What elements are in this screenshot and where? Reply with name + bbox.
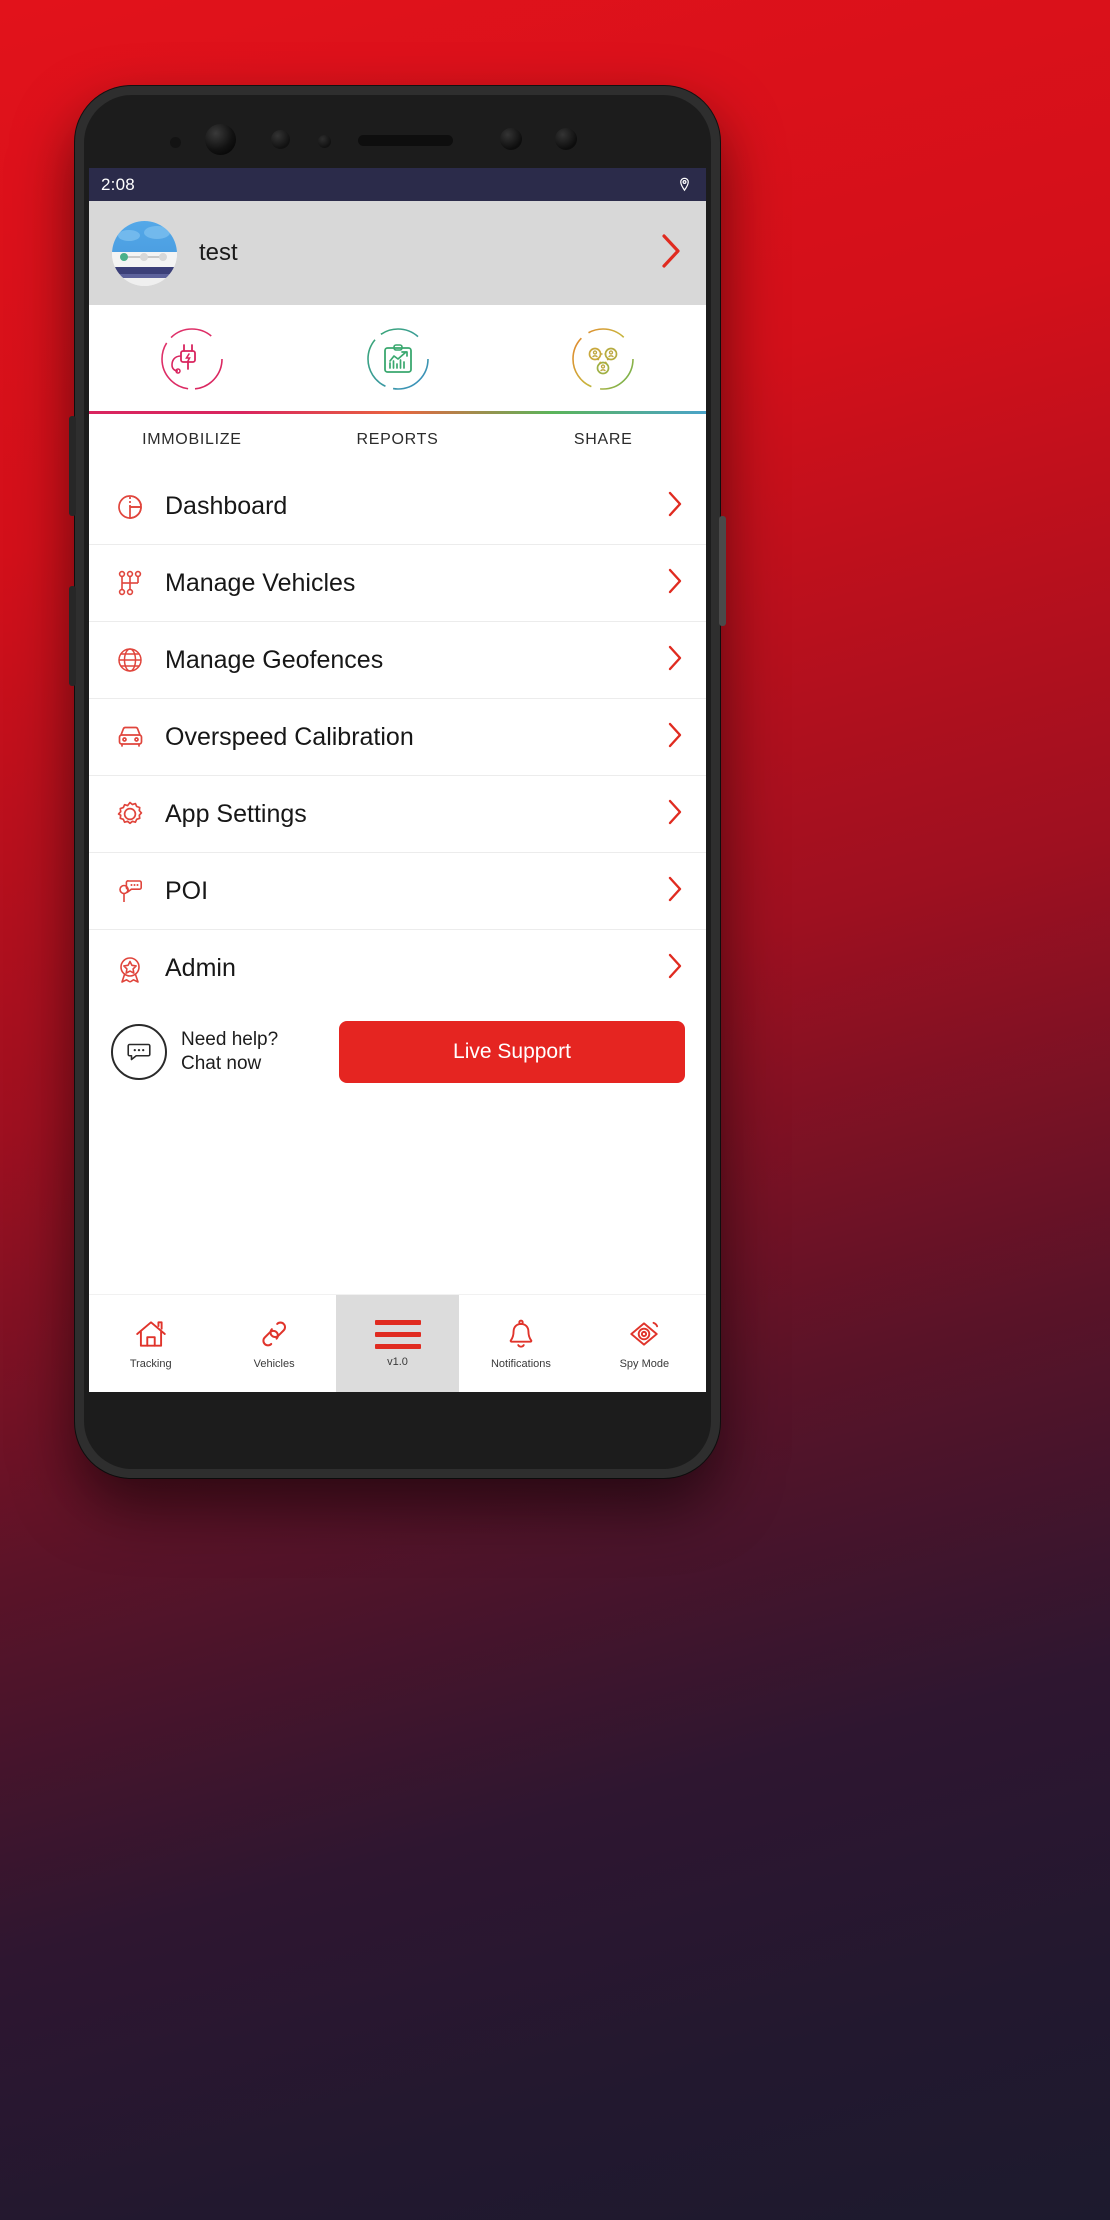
pie-chart-icon xyxy=(118,495,143,519)
volume-down-button[interactable] xyxy=(69,586,76,686)
bell-icon xyxy=(509,1319,533,1348)
nav-item-tracking[interactable]: Tracking xyxy=(89,1295,212,1392)
quick-action-reports[interactable] xyxy=(295,323,501,395)
nav-item-vehicles[interactable]: Vehicles xyxy=(212,1295,335,1392)
car-front-icon xyxy=(118,726,143,747)
quick-action-share[interactable] xyxy=(500,323,706,395)
support-row: Need help? Chat now Live Support xyxy=(89,1007,706,1099)
support-text: Need help? Chat now xyxy=(181,1028,279,1074)
gear-shift-icon xyxy=(118,570,142,596)
share-network-icon xyxy=(572,328,634,390)
bottom-navigation: Tracking Vehicles v1.0 Notifications Spy… xyxy=(89,1294,706,1392)
front-camera-icon xyxy=(205,124,236,155)
sensor-dot-icon xyxy=(500,128,522,150)
plug-icon xyxy=(161,328,223,390)
nav-label: Notifications xyxy=(490,1358,551,1370)
menu-label: Manage Geofences xyxy=(165,645,384,674)
chat-bubble-icon xyxy=(111,1024,167,1080)
nav-item-menu[interactable]: v1.0 xyxy=(335,1295,460,1392)
menu-item-manage-geofences[interactable]: Manage Geofences xyxy=(89,622,706,699)
menu-item-dashboard[interactable]: Dashboard xyxy=(89,468,706,545)
nav-item-spy-mode[interactable]: Spy Mode xyxy=(583,1295,706,1392)
menu-label: Dashboard xyxy=(165,491,288,520)
menu-label: Overspeed Calibration xyxy=(165,722,414,751)
app-screen: 2:08 test IMMOBILIZE REPORTS SHARE Dashb… xyxy=(89,168,706,1392)
chevron-right-icon[interactable] xyxy=(666,643,684,678)
award-badge-icon xyxy=(120,956,140,983)
phone-sensor-row xyxy=(75,124,720,158)
chevron-right-icon[interactable] xyxy=(666,566,684,601)
link-chain-icon xyxy=(262,1321,287,1347)
menu-label: App Settings xyxy=(165,799,307,828)
quick-action-label-reports: REPORTS xyxy=(356,431,439,448)
gear-icon xyxy=(117,801,143,825)
nav-label: Tracking xyxy=(129,1358,172,1370)
nav-label: Vehicles xyxy=(253,1358,295,1370)
chevron-right-icon[interactable] xyxy=(666,720,684,755)
status-icons xyxy=(677,176,692,193)
hamburger-menu-icon xyxy=(374,1319,421,1349)
sensor-dot-icon xyxy=(170,137,181,148)
menu-item-overspeed-calibration[interactable]: Overspeed Calibration xyxy=(89,699,706,776)
menu-item-app-settings[interactable]: App Settings xyxy=(89,776,706,853)
location-icon xyxy=(680,177,689,192)
map-pin-message-icon xyxy=(119,880,142,902)
home-icon xyxy=(135,1321,166,1347)
profile-header[interactable]: test xyxy=(89,201,706,305)
report-chart-icon xyxy=(366,328,429,390)
quick-action-immobilize[interactable] xyxy=(89,323,295,395)
chevron-right-icon[interactable] xyxy=(666,951,684,986)
nav-label: Spy Mode xyxy=(619,1358,670,1370)
menu-item-manage-vehicles[interactable]: Manage Vehicles xyxy=(89,545,706,622)
sensor-dot-icon xyxy=(318,135,331,148)
nav-item-notifications[interactable]: Notifications xyxy=(459,1295,582,1392)
quick-action-label-immobilize: IMMOBILIZE xyxy=(142,431,242,448)
menu-item-admin[interactable]: Admin xyxy=(89,930,706,1007)
globe-icon xyxy=(118,648,142,672)
quick-actions: IMMOBILIZE REPORTS SHARE xyxy=(89,305,706,468)
menu-item-poi[interactable]: POI xyxy=(89,853,706,930)
profile-name: test xyxy=(199,239,238,266)
phone-device: 2:08 test IMMOBILIZE REPORTS SHARE Dashb… xyxy=(69,86,726,1478)
menu-label: Manage Vehicles xyxy=(165,568,356,597)
chevron-right-icon[interactable] xyxy=(666,489,684,524)
sensor-dot-icon xyxy=(271,130,290,149)
sensor-dot-icon xyxy=(555,128,577,150)
menu-label: Admin xyxy=(165,954,236,982)
eye-icon xyxy=(630,1321,659,1346)
chevron-right-icon[interactable] xyxy=(666,797,684,832)
chevron-right-icon[interactable] xyxy=(666,874,684,909)
quick-actions-underline xyxy=(89,411,706,414)
profile-chevron-icon[interactable] xyxy=(658,231,684,276)
power-button[interactable] xyxy=(719,516,726,626)
earpiece-speaker xyxy=(358,135,453,146)
live-support-button[interactable]: Live Support xyxy=(339,1021,685,1083)
quick-action-label-share: SHARE xyxy=(573,431,633,448)
volume-up-button[interactable] xyxy=(69,416,76,516)
status-bar: 2:08 xyxy=(89,168,706,201)
avatar xyxy=(112,220,177,286)
menu-label: POI xyxy=(165,876,209,905)
status-time: 2:08 xyxy=(101,174,135,194)
nav-label: v1.0 xyxy=(387,1355,408,1368)
main-menu: Dashboard Manage Vehicles Manage Geofenc… xyxy=(89,468,706,1007)
